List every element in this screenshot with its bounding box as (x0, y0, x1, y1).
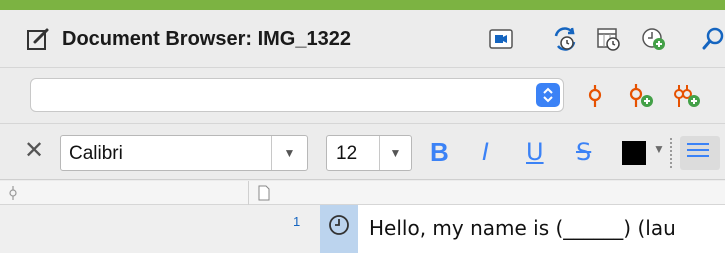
italic-button[interactable]: I (482, 137, 489, 167)
video-icon[interactable] (486, 24, 516, 54)
chevron-down-icon[interactable]: ▼ (379, 136, 411, 170)
coding-margin[interactable] (0, 205, 276, 253)
window-title: Document Browser: IMG_1322 (62, 28, 351, 50)
font-family-select[interactable]: Calibri ▼ (60, 135, 308, 171)
column-header (0, 181, 725, 205)
stepper-icon[interactable] (536, 83, 560, 107)
add-multiple-codes-icon[interactable] (672, 81, 702, 111)
line-number: 1 (293, 214, 301, 229)
line-gutter (276, 205, 320, 253)
underline-button[interactable]: U (526, 137, 544, 167)
font-size-value: 12 (336, 143, 358, 164)
timestamp-marker[interactable] (320, 205, 358, 253)
chevron-down-icon[interactable]: ▼ (653, 142, 665, 156)
add-timestamp-icon[interactable] (638, 24, 668, 54)
code-select[interactable] (30, 78, 564, 112)
code-column-icon (8, 185, 18, 206)
title-bar: Document Browser: IMG_1322 (0, 10, 725, 68)
strikethrough-button[interactable]: S (576, 137, 591, 167)
document-content: 1 Hello, my name is (______) (lau (0, 205, 725, 253)
text-color-swatch[interactable] (622, 141, 646, 165)
align-left-icon (687, 143, 709, 161)
align-left-button[interactable] (680, 136, 720, 170)
edit-icon[interactable] (26, 27, 50, 51)
close-icon[interactable]: ✕ (24, 138, 44, 164)
search-icon[interactable] (700, 24, 725, 54)
document-column-icon (258, 185, 270, 206)
toolbar-separator (670, 138, 673, 168)
document-line-text[interactable]: Hello, my name is (______) (lau (369, 216, 676, 240)
bold-button[interactable]: B (430, 137, 449, 167)
font-size-select[interactable]: 12 ▼ (326, 135, 412, 171)
add-code-icon[interactable] (626, 81, 656, 111)
column-divider[interactable] (248, 181, 249, 205)
code-icon[interactable] (580, 81, 610, 111)
code-toolbar (0, 68, 725, 124)
chevron-down-icon[interactable]: ▼ (271, 136, 307, 170)
calendar-history-icon[interactable] (594, 24, 624, 54)
font-family-value: Calibri (69, 143, 123, 164)
clock-icon (329, 215, 349, 235)
format-toolbar: ✕ Calibri ▼ 12 ▼ B I U S ▼ (0, 124, 725, 180)
accent-bar (0, 0, 725, 10)
sync-history-icon[interactable] (550, 24, 580, 54)
